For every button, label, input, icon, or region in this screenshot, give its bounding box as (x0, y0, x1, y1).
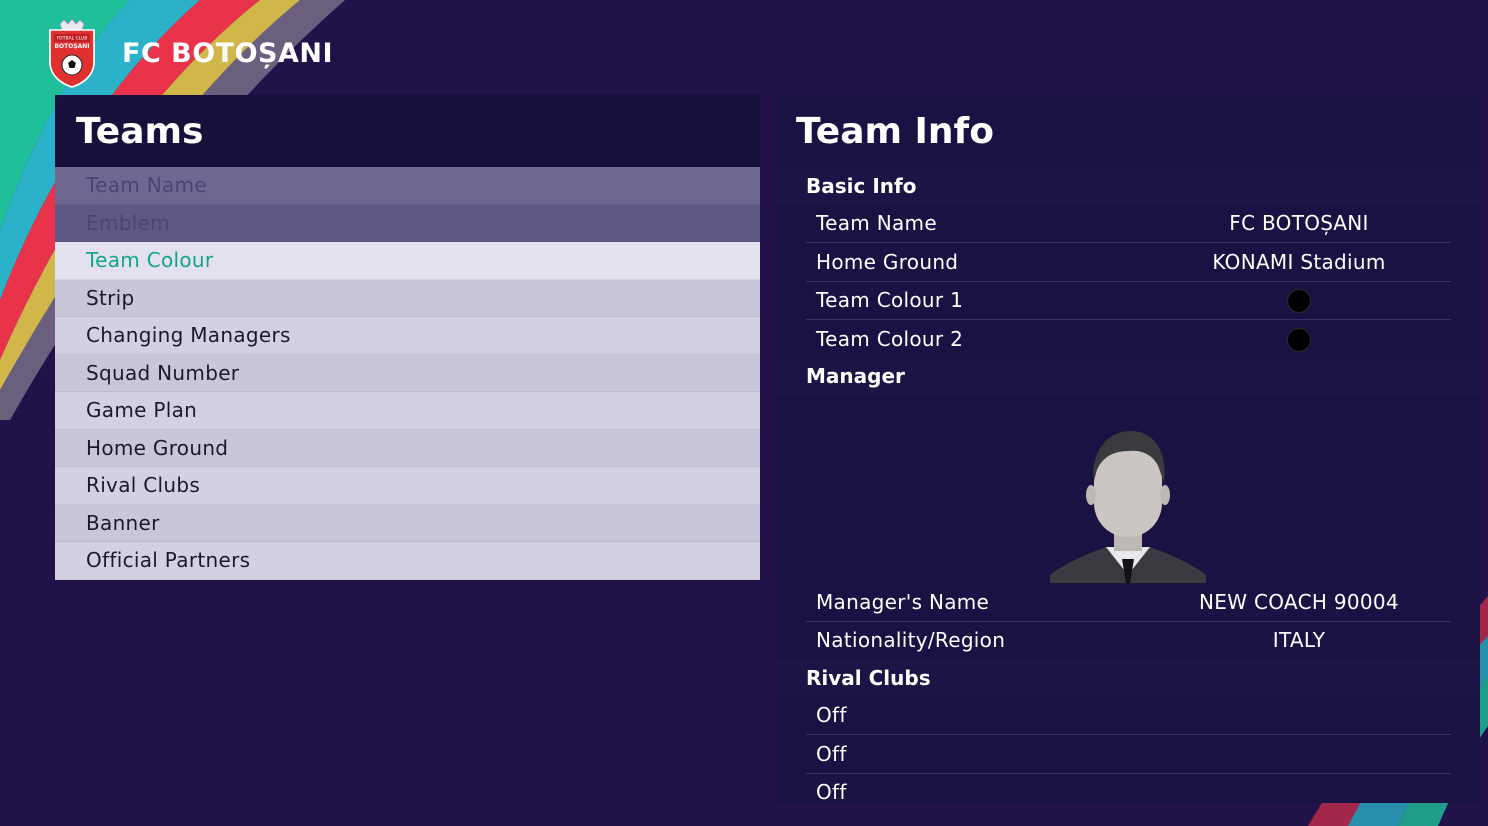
menu-item-label: Squad Number (86, 360, 240, 385)
team-colour-2-swatch (1287, 327, 1311, 352)
club-header: FOTBAL CLUB BOTOȘANI FC BOTOȘANI (48, 16, 333, 90)
nationality-value: ITALY (1272, 628, 1326, 653)
home-ground-label: Home Ground (816, 249, 959, 274)
rival-club-row-2: Off (806, 735, 1451, 774)
rival-club-3-value: Off (816, 780, 847, 805)
club-name: FC BOTOȘANI (122, 37, 334, 69)
home-ground-value: KONAMI Stadium (1212, 249, 1386, 274)
team-colour-2-value (1136, 326, 1462, 352)
rival-club-2-value: Off (816, 741, 847, 766)
menu-item-rival-clubs[interactable]: Rival Clubs (55, 467, 760, 505)
nationality-label: Nationality/Region (816, 628, 1006, 653)
team-colour-1-value (1136, 288, 1462, 313)
menu-item-emblem: Emblem (55, 204, 760, 242)
rival-club-1-value: Off (816, 703, 847, 728)
info-row-team-colour-2: Team Colour 2 (806, 320, 1451, 358)
team-name-value: FC BOTOȘANI (1229, 211, 1369, 236)
menu-item-official-partners[interactable]: Official Partners (55, 542, 760, 580)
menu-item-label: Game Plan (86, 398, 198, 423)
menu-item-team-name: Team Name (55, 167, 760, 205)
crest-text-bottom: BOTOȘANI (54, 43, 89, 50)
teams-panel-title: Teams (76, 110, 204, 152)
menu-item-squad-number[interactable]: Squad Number (55, 354, 760, 392)
menu-item-banner[interactable]: Banner (55, 504, 760, 542)
team-info-panel: Team Info Basic Info Team Name FC BOTOȘA… (775, 95, 1480, 804)
menu-item-game-plan[interactable]: Game Plan (55, 392, 760, 430)
menu-item-label: Official Partners (86, 548, 251, 573)
club-crest-icon: FOTBAL CLUB BOTOȘANI (49, 18, 95, 88)
menu-item-label: Home Ground (86, 435, 229, 460)
teams-menu: Team Name Emblem Team Colour Strip Chang… (55, 167, 760, 580)
menu-item-label: Rival Clubs (86, 473, 201, 498)
info-row-team-colour-1: Team Colour 1 (806, 282, 1451, 320)
team-colour-1-label: Team Colour 1 (816, 288, 964, 313)
menu-item-label: Banner (86, 510, 160, 535)
info-row-nationality: Nationality/Region ITALY (806, 622, 1451, 660)
manager-section-title: Manager (775, 357, 1480, 395)
rival-club-row-1: Off (806, 697, 1451, 735)
team-info-title: Team Info (796, 110, 994, 152)
teams-panel: Teams Team Name Emblem Team Colour Strip… (55, 95, 760, 580)
menu-item-label: Changing Managers (86, 323, 291, 348)
menu-item-team-colour[interactable]: Team Colour (55, 242, 760, 280)
team-colour-1-swatch (1287, 289, 1311, 313)
menu-item-label: Team Name (86, 173, 207, 198)
manager-name-value: NEW COACH 90004 (1199, 589, 1399, 614)
manager-portrait-area (775, 395, 1480, 583)
teams-panel-header: Teams (55, 95, 760, 167)
menu-item-changing-managers[interactable]: Changing Managers (55, 317, 760, 355)
info-row-home-ground: Home Ground KONAMI Stadium (806, 243, 1451, 282)
team-name-label: Team Name (816, 211, 937, 236)
info-row-team-name: Team Name FC BOTOȘANI (806, 205, 1451, 243)
menu-item-label: Emblem (86, 210, 170, 235)
rival-clubs-section-title: Rival Clubs (775, 659, 1480, 697)
rival-club-row-3: Off (806, 774, 1451, 812)
menu-item-strip[interactable]: Strip (55, 279, 760, 317)
team-colour-2-label: Team Colour 2 (816, 326, 964, 351)
basic-info-section-title: Basic Info (775, 167, 1480, 205)
manager-silhouette-icon (1050, 431, 1206, 583)
team-info-header: Team Info (775, 95, 1480, 167)
menu-item-label: Strip (86, 285, 135, 310)
manager-name-label: Manager's Name (816, 589, 990, 614)
info-row-manager-name: Manager's Name NEW COACH 90004 (806, 583, 1451, 622)
menu-item-label: Team Colour (86, 248, 214, 273)
crest-text-top: FOTBAL CLUB (57, 36, 88, 42)
menu-item-home-ground[interactable]: Home Ground (55, 429, 760, 467)
